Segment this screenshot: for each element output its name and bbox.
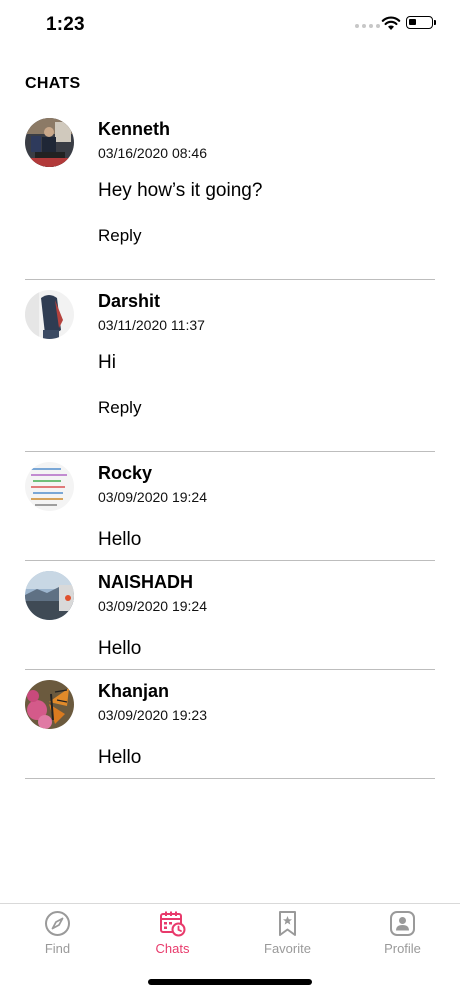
chat-name: Khanjan xyxy=(98,681,170,701)
chat-name: Rocky xyxy=(98,463,153,483)
compass-icon xyxy=(45,911,70,936)
chat-date: 03/16/2020 08:46 xyxy=(98,145,207,161)
tab-favorite[interactable]: Favorite xyxy=(230,904,345,964)
calendar-clock-icon xyxy=(160,911,186,937)
battery-level xyxy=(409,19,416,25)
status-time: 1:23 xyxy=(46,14,85,35)
tab-label: Find xyxy=(44,941,71,956)
chat-message: Hey how’s it going? xyxy=(98,180,263,201)
battery-icon xyxy=(406,16,436,29)
chat-list: Kenneth 03/16/2020 08:46 Hey how’s it go… xyxy=(0,108,460,779)
chat-name: Darshit xyxy=(98,291,161,311)
chat-message: Hello xyxy=(98,638,142,659)
tab-find[interactable]: Find xyxy=(0,904,115,964)
chat-date: 03/09/2020 19:23 xyxy=(98,707,207,723)
status-bar: 1:23 xyxy=(0,0,460,50)
page-title: CHATS xyxy=(25,75,81,92)
avatar[interactable] xyxy=(25,680,74,729)
chat-message: Hi xyxy=(98,352,116,373)
wifi-icon xyxy=(381,16,401,30)
reply-button[interactable]: Reply xyxy=(98,226,141,246)
profile-icon xyxy=(390,911,415,936)
avatar[interactable] xyxy=(25,290,74,339)
chat-item-darshit[interactable]: Darshit 03/11/2020 11:37 Hi Reply xyxy=(25,280,435,452)
tab-label: Profile xyxy=(384,941,421,956)
chat-item-kenneth[interactable]: Kenneth 03/16/2020 08:46 Hey how’s it go… xyxy=(25,108,435,280)
avatar[interactable] xyxy=(25,118,74,167)
tab-label: Favorite xyxy=(264,941,311,956)
tab-chats[interactable]: Chats xyxy=(115,904,230,964)
avatar[interactable] xyxy=(25,462,74,511)
chat-item-rocky[interactable]: Rocky 03/09/2020 19:24 Hello xyxy=(25,452,435,561)
reply-button[interactable]: Reply xyxy=(98,398,141,418)
chat-date: 03/11/2020 11:37 xyxy=(98,317,205,333)
avatar[interactable] xyxy=(25,571,74,620)
chat-message: Hello xyxy=(98,747,142,768)
chat-item-khanjan[interactable]: Khanjan 03/09/2020 19:23 Hello xyxy=(25,670,435,779)
cellular-signal-icon xyxy=(355,24,380,28)
chat-message: Hello xyxy=(98,529,142,550)
home-indicator xyxy=(148,979,312,985)
tab-label: Chats xyxy=(155,941,190,956)
bookmark-star-icon xyxy=(279,911,296,936)
chat-name: NAISHADH xyxy=(98,572,194,592)
chat-date: 03/09/2020 19:24 xyxy=(98,489,207,505)
tab-profile[interactable]: Profile xyxy=(345,904,460,964)
chat-name: Kenneth xyxy=(98,119,170,139)
chat-item-naishadh[interactable]: NAISHADH 03/09/2020 19:24 Hello xyxy=(25,561,435,670)
chat-date: 03/09/2020 19:24 xyxy=(98,598,207,614)
